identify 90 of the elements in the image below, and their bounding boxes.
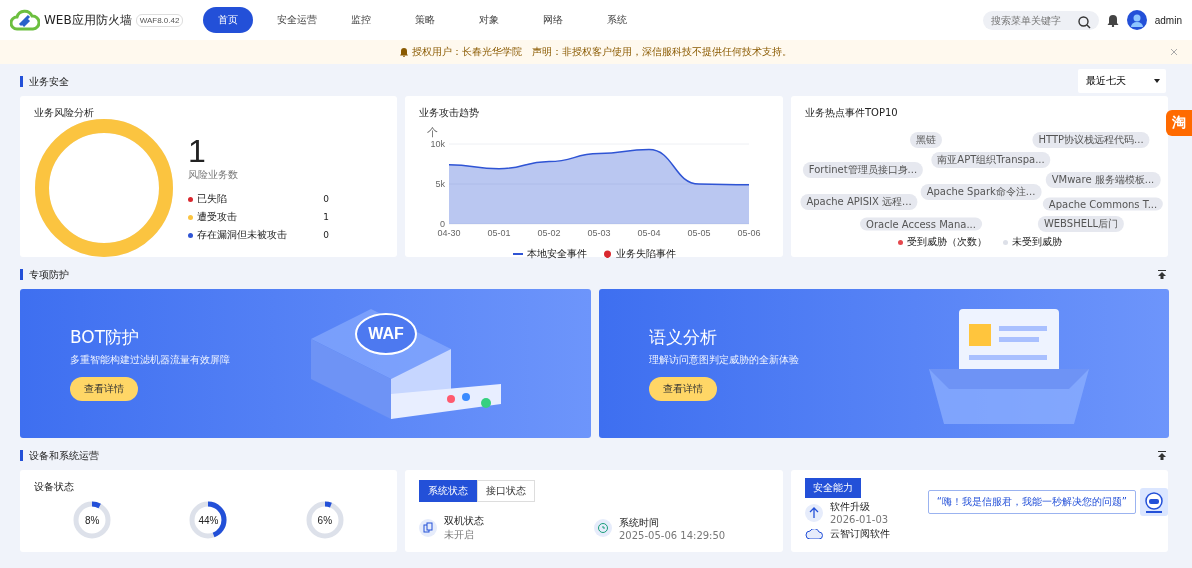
banner-title: BOT防护 <box>70 326 141 349</box>
x-tick-label: 05-01 <box>487 228 511 238</box>
legend-label: 遭受攻击 <box>197 210 237 224</box>
search-icon[interactable] <box>1077 15 1091 29</box>
section-title: 专项防护 <box>20 268 69 280</box>
avatar-icon[interactable] <box>1126 10 1147 30</box>
chat-bubble[interactable]: “嗨！我是信服君，我能一秒解决您的问题” <box>927 490 1136 514</box>
cloud-logo-icon <box>10 9 40 31</box>
y-tick-label: 10k <box>430 139 445 149</box>
legend-label: 未受到威胁 <box>1011 235 1062 249</box>
event-tag[interactable]: Fortinet管理员接口身... <box>802 162 924 178</box>
section-title: 业务安全 <box>20 75 69 87</box>
capability-label: 软件升级 <box>830 500 871 514</box>
status-label: 系统时间 <box>619 515 660 530</box>
gauge-percent: 6% <box>317 514 333 526</box>
bell-icon <box>400 47 408 57</box>
legend-label: 受到威胁（次数） <box>906 235 987 249</box>
banner-subtitle: 理解访问意图判定威胁的全新体验 <box>649 353 799 367</box>
status-label: 双机状态 <box>444 514 484 528</box>
usage-gauge <box>188 500 229 540</box>
x-tick-label: 04-30 <box>437 228 461 238</box>
event-tag[interactable]: HTTP协议栈远程代码... <box>1032 132 1150 148</box>
nav-tab[interactable]: 安全运营 <box>269 7 325 33</box>
legend-value: 1 <box>323 212 329 222</box>
collapse-icon[interactable] <box>1158 450 1166 460</box>
card-title: 业务风险分析 <box>34 106 95 120</box>
username[interactable]: admin <box>1154 14 1182 26</box>
nav-tab[interactable]: 对象 <box>461 7 517 33</box>
caret-icon <box>1154 79 1160 83</box>
risk-count: 1 <box>188 134 207 168</box>
legend-label: 本地安全事件 <box>526 247 587 261</box>
nav-tab[interactable]: 策略 <box>397 7 453 33</box>
x-tick-label: 05-02 <box>537 228 561 238</box>
banner-subtitle: 多重智能构建过滤机器流量有效屏障 <box>70 353 230 367</box>
card-title: 业务攻击趋势 <box>419 106 480 120</box>
legend-value: 0 <box>323 194 329 204</box>
status-tab[interactable]: 接口状态 <box>477 480 535 502</box>
event-tag[interactable]: 黑链 <box>910 132 942 148</box>
usage-gauge <box>304 500 345 540</box>
bell-icon[interactable] <box>1106 13 1119 27</box>
status-tab[interactable]: 系统状态 <box>419 480 477 502</box>
robot-avatar-icon[interactable] <box>1140 488 1168 516</box>
collapse-icon[interactable] <box>1158 269 1166 279</box>
details-button[interactable]: 查看详情 <box>70 377 138 401</box>
search-field[interactable]: 搜索菜单关键字 <box>982 10 1099 30</box>
date-range-dropdown[interactable]: 最近七天 <box>1078 69 1166 93</box>
event-tag[interactable]: Apache Spark命令注... <box>920 184 1042 200</box>
event-tag[interactable]: 南亚APT组织Transpa... <box>931 152 1051 168</box>
event-tag[interactable]: Apache Commons T... <box>1042 197 1164 211</box>
event-tag[interactable]: Oracle Access Mana... <box>860 217 982 231</box>
license-notice: 授权用户：长春光华学院 声明：非授权客户使用，深信服科技不提供任何技术支持。 <box>412 45 792 59</box>
x-tick-label: 05-05 <box>687 228 711 238</box>
details-button[interactable]: 查看详情 <box>649 377 717 401</box>
legend-label: 业务失陷事件 <box>615 247 676 261</box>
y-tick-label: 5k <box>435 179 445 189</box>
event-tag[interactable]: VMware 服务端模板... <box>1045 172 1161 188</box>
card-title: 业务热点事件TOP10 <box>805 106 899 120</box>
event-tag[interactable]: Apache APISIX 远程... <box>800 194 918 210</box>
y-tick-label: 0 <box>440 219 445 229</box>
nav-tab[interactable]: 监控 <box>333 7 389 33</box>
status-value: 2025-05-06 14:29:50 <box>619 529 726 541</box>
capability-label: 云智订阅软件 <box>830 527 890 541</box>
waf-label: WAF <box>368 324 404 342</box>
card-title: 设备状态 <box>34 480 75 494</box>
status-value: 未开启 <box>444 528 475 542</box>
event-tag[interactable]: WEBSHELL后门 <box>1037 216 1125 232</box>
nav-tab[interactable]: 首页 <box>203 7 253 33</box>
capability-badge: 安全能力 <box>805 478 861 498</box>
arrow-up-icon <box>805 503 823 522</box>
version-tag: WAF8.0.42 <box>135 13 184 27</box>
axis-unit: 个 <box>427 126 438 138</box>
legend-label: 存在漏洞但未被攻击 <box>197 228 287 242</box>
x-tick-label: 05-03 <box>587 228 611 238</box>
banner-title: 语义分析 <box>649 326 718 349</box>
gauge-percent: 44% <box>198 514 219 526</box>
x-tick-label: 05-04 <box>637 228 661 238</box>
nav-tab[interactable]: 网络 <box>525 7 581 33</box>
cloud-icon <box>805 529 823 539</box>
product-name: WEB应用防火墙 <box>44 11 132 29</box>
copy-icon <box>419 519 437 537</box>
legend-label: 已失陷 <box>197 192 227 206</box>
gauge-percent: 8% <box>84 514 100 526</box>
clock-icon <box>594 519 612 537</box>
risk-count-label: 风险业务数 <box>188 168 239 182</box>
capability-value: 2026-01-03 <box>830 514 889 525</box>
usage-gauge <box>72 500 113 540</box>
nav-tab[interactable]: 系统 <box>589 7 645 33</box>
section-title: 设备和系统运营 <box>20 449 99 461</box>
x-tick-label: 05-06 <box>737 228 761 238</box>
legend-value: 0 <box>323 230 329 240</box>
